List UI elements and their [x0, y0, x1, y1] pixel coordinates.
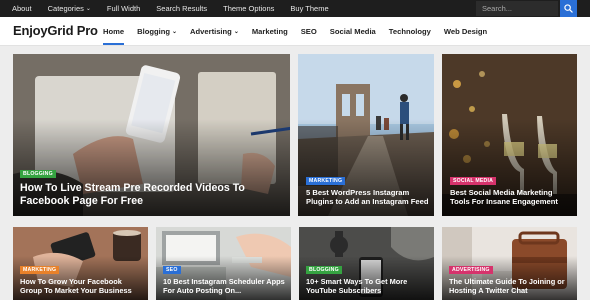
- top-nav-label: Full Width: [106, 4, 141, 13]
- nav-technology[interactable]: Technology: [389, 17, 431, 45]
- category-badge[interactable]: SOCIAL MEDIA: [450, 177, 497, 185]
- nav-social-media[interactable]: Social Media: [330, 17, 376, 45]
- search-icon: [564, 4, 573, 13]
- nav-label: Social Media: [329, 26, 376, 36]
- chevron-down-icon: ⌄: [85, 6, 91, 12]
- post-title[interactable]: Best Social Media Marketing Tools For In…: [450, 188, 574, 206]
- nav-label: Advertising: [190, 26, 232, 36]
- post-card[interactable]: MARKETING 5 Best WordPress Instagram Plu…: [298, 54, 434, 216]
- category-badge[interactable]: BLOGGING: [20, 170, 56, 178]
- post-title[interactable]: The Ultimate Guide To Joining or Hosting…: [449, 277, 573, 296]
- search-input[interactable]: [476, 1, 558, 16]
- top-nav-about[interactable]: About: [12, 4, 32, 13]
- top-nav-label: About: [12, 4, 32, 13]
- post-card[interactable]: ADVERTISING The Ultimate Guide To Joinin…: [442, 227, 577, 300]
- site-logo[interactable]: EnjoyGrid Pro: [13, 23, 98, 38]
- nav-blogging[interactable]: Blogging ⌄: [137, 17, 177, 45]
- nav-marketing[interactable]: Marketing: [252, 17, 288, 45]
- category-badge[interactable]: SEO: [163, 266, 181, 274]
- chevron-down-icon: ⌄: [233, 28, 239, 35]
- post-card[interactable]: SOCIAL MEDIA Best Social Media Marketing…: [442, 54, 577, 216]
- top-nav-label: Buy Theme: [290, 4, 329, 13]
- post-card[interactable]: MARKETING How To Grow Your Facebook Grou…: [13, 227, 148, 300]
- nav-label: Blogging: [137, 26, 171, 36]
- chevron-down-icon: ⌄: [172, 28, 178, 35]
- top-nav-search-results[interactable]: Search Results: [156, 4, 207, 13]
- nav-label: Web Design: [443, 26, 488, 36]
- category-badge[interactable]: MARKETING: [306, 177, 346, 185]
- post-card-featured[interactable]: BLOGGING How To Live Stream Pre Recorded…: [13, 54, 290, 216]
- top-nav-full-width[interactable]: Full Width: [107, 4, 140, 13]
- nav-label: Technology: [388, 26, 431, 36]
- post-title[interactable]: How To Live Stream Pre Recorded Videos T…: [20, 182, 282, 207]
- nav-label: Marketing: [251, 26, 288, 36]
- post-title[interactable]: How To Grow Your Facebook Group To Marke…: [20, 277, 144, 296]
- post-title[interactable]: 10 Best Instagram Scheduler Apps For Aut…: [163, 277, 287, 296]
- top-nav: About Categories ⌄ Full Width Search Resu…: [12, 0, 345, 17]
- nav-home[interactable]: Home: [103, 17, 125, 45]
- main-nav: Home Blogging ⌄ Advertising ⌄ Marketing SE…: [103, 17, 500, 45]
- top-nav-label: Search Results: [156, 4, 208, 13]
- category-badge[interactable]: BLOGGING: [306, 266, 342, 274]
- post-card[interactable]: SEO 10 Best Instagram Scheduler Apps For…: [156, 227, 291, 300]
- search-button[interactable]: [560, 0, 577, 17]
- nav-advertising[interactable]: Advertising ⌄: [190, 17, 239, 45]
- top-nav-label: Categories: [47, 4, 84, 13]
- category-badge[interactable]: MARKETING: [20, 266, 60, 274]
- top-nav-theme-options[interactable]: Theme Options: [223, 4, 274, 13]
- top-nav-label: Theme Options: [223, 4, 275, 13]
- nav-label: SEO: [300, 26, 317, 36]
- nav-label: Home: [103, 26, 125, 36]
- post-title[interactable]: 5 Best WordPress Instagram Plugins to Ad…: [306, 188, 432, 206]
- post-card[interactable]: BLOGGING 10+ Smart Ways To Get More YouT…: [299, 227, 434, 300]
- post-title[interactable]: 10+ Smart Ways To Get More YouTube Subsc…: [306, 277, 430, 296]
- nav-seo[interactable]: SEO: [301, 17, 317, 45]
- site-header: EnjoyGrid Pro Home Blogging ⌄ Advertising…: [0, 17, 590, 46]
- category-badge[interactable]: ADVERTISING: [449, 266, 493, 274]
- nav-web-design[interactable]: Web Design: [444, 17, 487, 45]
- top-nav-buy-theme[interactable]: Buy Theme: [290, 4, 328, 13]
- top-bar: About Categories ⌄ Full Width Search Resu…: [0, 0, 590, 17]
- top-nav-categories[interactable]: Categories ⌄: [48, 4, 91, 13]
